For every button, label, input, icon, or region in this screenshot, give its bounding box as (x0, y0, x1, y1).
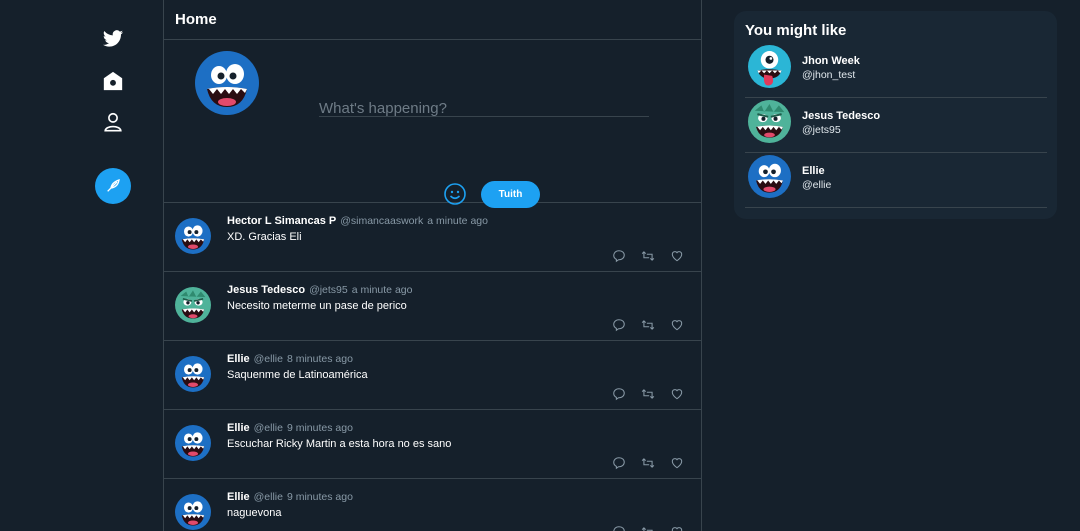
suggestion-item[interactable]: Jhon Week @jhon_test (745, 43, 1047, 98)
tweet-text: naguevona (227, 507, 282, 519)
reply-icon[interactable] (612, 525, 626, 531)
twitter-bird-icon[interactable] (102, 28, 124, 50)
avatar[interactable] (748, 100, 791, 143)
tweet-author-handle[interactable]: @ellie (254, 353, 283, 365)
suggestion-name[interactable]: Jesus Tedesco (802, 110, 880, 122)
suggestion-item[interactable]: Jesus Tedesco @jets95 (745, 98, 1047, 153)
suggestion-handle: @jets95 (802, 124, 841, 136)
tweet-header: Ellie @ellie 9 minutes ago (227, 491, 353, 503)
avatar[interactable] (748, 155, 791, 198)
tweet-text: Escuchar Ricky Martin a esta hora no es … (227, 438, 452, 450)
tweet-author-handle[interactable]: @jets95 (309, 284, 348, 296)
tweet-text: Saquenme de Latinoamérica (227, 369, 368, 381)
tweet-header: Ellie @ellie 8 minutes ago (227, 353, 353, 365)
tweet-list: Hector L Simancas P @simancaaswork a minut… (164, 203, 701, 531)
avatar[interactable] (175, 287, 211, 323)
tweet-text: XD. Gracias Eli (227, 231, 302, 243)
tweet-author-name[interactable]: Hector L Simancas P (227, 215, 336, 227)
like-icon[interactable] (670, 318, 684, 332)
page-title: Home (164, 0, 701, 40)
left-nav (0, 0, 163, 531)
like-icon[interactable] (670, 249, 684, 263)
avatar[interactable] (175, 425, 211, 461)
reply-icon[interactable] (612, 249, 626, 263)
like-icon[interactable] (670, 387, 684, 401)
tweet-author-handle[interactable]: @ellie (254, 491, 283, 503)
tweet-item[interactable]: Jesus Tedesco @jets95 a minute ago Necesito… (164, 272, 701, 341)
reply-icon[interactable] (612, 456, 626, 470)
retweet-icon[interactable] (641, 456, 655, 470)
tweet-timestamp: a minute ago (351, 284, 413, 296)
suggestion-item[interactable]: Ellie @ellie (745, 153, 1047, 208)
compose-tweet-button[interactable] (95, 168, 131, 204)
like-icon[interactable] (670, 456, 684, 470)
tweet-actions (612, 387, 684, 401)
tweet-header: Ellie @ellie 9 minutes ago (227, 422, 353, 434)
tweet-actions (612, 525, 684, 531)
tweet-actions (612, 456, 684, 470)
retweet-icon[interactable] (641, 249, 655, 263)
tweet-author-name[interactable]: Ellie (227, 422, 250, 434)
tweet-composer: Tuith (164, 40, 701, 208)
suggestion-list: Jhon Week @jhon_test Jesus Tedesco @jets95 E… (745, 43, 1047, 208)
tweet-item[interactable]: Hector L Simancas P @simancaaswork a minut… (164, 203, 701, 272)
tweet-item[interactable]: Ellie @ellie 8 minutes ago Saquenme de Lati… (164, 341, 701, 410)
tweet-author-name[interactable]: Jesus Tedesco (227, 284, 305, 296)
avatar[interactable] (175, 494, 211, 530)
tweet-timestamp: 9 minutes ago (286, 422, 353, 434)
tweet-author-handle[interactable]: @ellie (254, 422, 283, 434)
tweet-author-name[interactable]: Ellie (227, 491, 250, 503)
retweet-icon[interactable] (641, 525, 655, 531)
avatar[interactable] (748, 45, 791, 88)
avatar[interactable] (175, 356, 211, 392)
retweet-icon[interactable] (641, 387, 655, 401)
tweet-actions (612, 318, 684, 332)
suggestion-name[interactable]: Ellie (802, 165, 825, 177)
main-timeline: Home Tuith Hector L Simancas P @simancaas… (163, 0, 702, 531)
home-icon[interactable] (102, 70, 124, 92)
tweet-header: Jesus Tedesco @jets95 a minute ago (227, 284, 412, 296)
you-might-like-panel: You might like Jhon Week @jhon_test Jesus … (734, 11, 1057, 219)
feather-icon (107, 179, 120, 192)
suggestion-name[interactable]: Jhon Week (802, 55, 860, 67)
tweet-header: Hector L Simancas P @simancaaswork a minut… (227, 215, 488, 227)
compose-input[interactable] (319, 100, 649, 117)
avatar (195, 51, 259, 115)
suggestion-handle: @jhon_test (802, 69, 856, 81)
avatar[interactable] (175, 218, 211, 254)
reply-icon[interactable] (612, 387, 626, 401)
like-icon[interactable] (670, 525, 684, 531)
tweet-timestamp: 8 minutes ago (286, 353, 353, 365)
reply-icon[interactable] (612, 318, 626, 332)
tweet-timestamp: a minute ago (427, 215, 488, 227)
tweet-item[interactable]: Ellie @ellie 9 minutes ago Escuchar Ricky M… (164, 410, 701, 479)
tweet-actions (612, 249, 684, 263)
retweet-icon[interactable] (641, 318, 655, 332)
panel-title: You might like (745, 22, 847, 39)
composer-divider (319, 116, 649, 117)
tweet-author-handle[interactable]: @simancaaswork (340, 215, 423, 227)
suggestion-handle: @ellie (802, 179, 832, 191)
app-root: Home Tuith Hector L Simancas P @simancaas… (0, 0, 1080, 531)
tweet-item[interactable]: Ellie @ellie 9 minutes ago naguevona (164, 479, 701, 531)
tweet-text: Necesito meterme un pase de perico (227, 300, 407, 312)
profile-icon[interactable] (102, 111, 124, 133)
tweet-author-name[interactable]: Ellie (227, 353, 250, 365)
tweet-timestamp: 9 minutes ago (286, 491, 353, 503)
